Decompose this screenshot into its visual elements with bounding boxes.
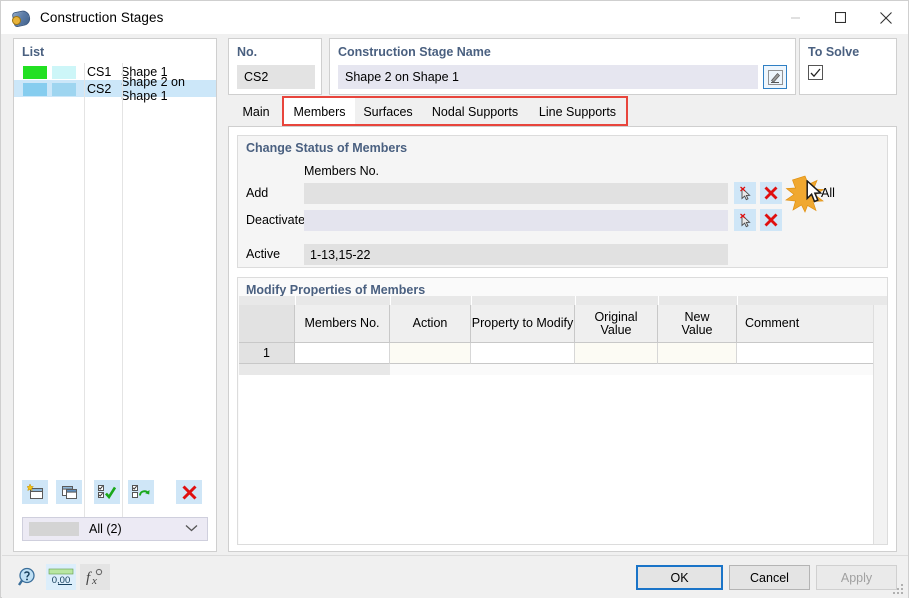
window-controls [773,1,908,34]
numeric-units-icon[interactable]: 0,00 [46,564,76,590]
column-header-property-to-modify[interactable]: Property to Modify [471,305,575,343]
select-all-button[interactable] [94,480,120,504]
to-solve-group: To Solve [799,38,897,95]
stage-code: CS1 [87,64,112,79]
tab-nodal-supports[interactable]: Nodal Supports [421,98,529,126]
all-button-label[interactable]: All [821,186,835,200]
add-cursor-pick-icon[interactable] [734,182,756,204]
maximize-icon[interactable] [818,1,863,34]
tab-main[interactable]: Main [228,98,284,126]
table-scrollbar[interactable] [873,305,887,544]
stage-color-swatch-primary [23,65,47,79]
table-row: 1 [239,343,887,364]
modify-properties-title: Modify Properties of Members [246,283,426,297]
row-number: 1 [239,343,295,364]
filter-label: All (2) [89,522,122,536]
deactivate-cursor-pick-icon[interactable] [734,209,756,231]
active-row-label: Active [246,247,281,261]
stage-filter-dropdown[interactable]: All (2) [22,517,208,541]
minimize-icon[interactable] [773,1,818,34]
change-status-title: Change Status of Members [246,141,408,155]
list-toolbar [14,477,216,507]
members-tab-panel: Change Status of Members Members No. Add [228,126,897,552]
copy-stage-button[interactable] [56,480,82,504]
invert-selection-button[interactable] [128,480,154,504]
column-header-action[interactable]: Action [390,305,471,343]
list-title: List [22,45,45,59]
deactivate-clear-red-x-icon[interactable] [760,209,782,231]
table-top-strip [239,296,887,305]
filter-color-swatch [29,522,79,536]
resize-grip[interactable] [893,584,905,596]
apply-button: Apply [816,565,897,590]
column-header-new-value[interactable]: New Value [658,305,737,343]
function-fx-icon[interactable]: f x [80,564,110,590]
chevron-down-icon[interactable] [185,523,198,535]
table-empty-area [239,364,887,375]
tab-strip: Main Members Surfaces Nodal Supports Lin… [228,96,897,126]
new-stage-button[interactable] [22,480,48,504]
window-title: Construction Stages [40,10,164,25]
magnifier-question-icon[interactable] [13,564,43,590]
active-members-field: 1-13,15-22 [304,244,728,265]
to-solve-label: To Solve [808,45,860,59]
stage-no-group: No. CS2 [228,38,322,95]
stage-no-field[interactable]: CS2 [237,65,315,89]
deactivate-members-input[interactable] [304,210,728,231]
deactivate-row-label: Deactivate [246,213,306,227]
column-header-comment[interactable]: Comment [737,305,887,343]
cell-property-to-modify[interactable] [471,343,575,364]
tab-members[interactable]: Members [284,98,355,126]
stage-color-swatch-primary [23,82,47,96]
dialog-body: List CS1 Shape 1 CS2 Shape 2 on Shape 1 [2,34,908,555]
table-header-row: Members No. Action Property to Modify Or… [239,305,887,343]
stage-name: Shape 2 on Shape 1 [121,74,185,103]
cell-action[interactable] [390,343,471,364]
add-clear-red-x-icon[interactable] [760,182,782,204]
stage-list-panel: List CS1 Shape 1 CS2 Shape 2 on Shape 1 [13,38,217,552]
members-no-column-header: Members No. [304,164,380,178]
cancel-button[interactable]: Cancel [729,565,810,590]
add-row-label: Add [246,186,269,200]
stage-name-group: Construction Stage Name Shape 2 on Shape… [329,38,796,95]
column-header-original-value[interactable]: Original Value [575,305,658,343]
change-status-section: Change Status of Members Members No. Add [237,135,888,268]
tab-line-supports[interactable]: Line Supports [529,98,626,126]
modify-properties-section: Modify Properties of Members Members No.… [237,277,888,545]
stage-code: CS2 [87,81,112,96]
add-members-input[interactable] [304,183,728,204]
cell-new-value[interactable] [658,343,737,364]
close-icon[interactable] [863,1,908,34]
stage-name-label: Construction Stage Name [338,45,491,59]
column-header-members-no[interactable]: Members No. [295,305,390,343]
stage-no-label: No. [237,45,258,59]
construction-stages-dialog: Construction Stages List CS1 Shape 1 CS2… [0,0,909,598]
delete-stage-button[interactable] [176,480,202,504]
cell-original-value[interactable] [575,343,658,364]
dialog-footer: 0,00 f x OK Cancel Apply [2,555,908,598]
cell-comment[interactable] [737,343,887,364]
click-highlight-burst [785,175,825,216]
construction-stages-icon [11,8,32,28]
stage-list: CS1 Shape 1 CS2 Shape 2 on Shape 1 [14,63,216,521]
stage-color-swatch-secondary [52,65,76,79]
ok-button[interactable]: OK [636,565,723,590]
title-bar: Construction Stages [1,1,908,34]
table-corner-cell [239,305,295,343]
pencil-edit-icon[interactable] [763,65,787,89]
to-solve-checkbox[interactable] [808,65,823,80]
list-item[interactable]: CS2 Shape 2 on Shape 1 [14,75,216,103]
cell-members-no[interactable] [295,343,390,364]
stage-color-swatch-secondary [52,82,76,96]
svg-text:x: x [91,575,97,587]
modify-properties-table: Members No. Action Property to Modify Or… [239,296,887,544]
stage-name-input[interactable]: Shape 2 on Shape 1 [338,65,758,89]
tab-surfaces[interactable]: Surfaces [355,98,421,126]
